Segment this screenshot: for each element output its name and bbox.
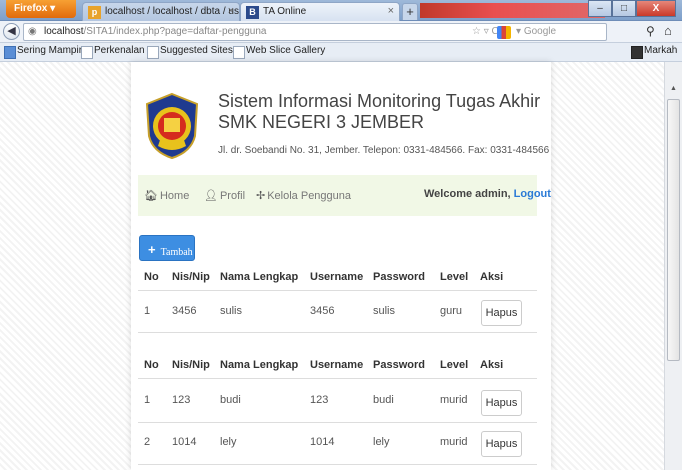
- cell-nama: budi: [220, 394, 241, 406]
- site-title-line2: SMK NEGERI 3 JEMBER: [218, 112, 425, 132]
- delete-button[interactable]: Hapus: [481, 300, 522, 326]
- plus-icon: +: [148, 242, 156, 257]
- nav-kelola-pengguna[interactable]: ✢ Kelola Pengguna: [256, 189, 351, 202]
- home-icon[interactable]: ⌂: [664, 23, 672, 38]
- cell-level: murid: [440, 436, 468, 448]
- new-tab-button[interactable]: +: [402, 3, 418, 20]
- bookmarks-bar: Sering Mampir Perkenalan Suggested Sites…: [0, 43, 682, 62]
- url-text: localhost/SITA1/index.php?page=daftar-pe…: [44, 26, 267, 37]
- col-nama: Nama Lengkap: [220, 271, 299, 283]
- welcome-message: Welcome admin, Logout: [424, 188, 551, 200]
- title-decoration: [420, 3, 605, 18]
- cell-username: 123: [310, 394, 329, 406]
- bookmarks-menu[interactable]: Markah: [631, 45, 677, 59]
- cell-no: 1: [144, 305, 151, 317]
- col-level: Level: [440, 271, 469, 283]
- logout-link[interactable]: Logout: [514, 188, 551, 200]
- col-nis: Nis/Nip: [172, 271, 210, 283]
- site-title-line1: Sistem Informasi Monitoring Tugas Akhir: [218, 91, 541, 111]
- bookmark-web-slice-gallery[interactable]: Web Slice Gallery: [233, 45, 325, 59]
- bookmark-star-icon[interactable]: ☆ ▿ C: [472, 26, 499, 37]
- cell-level: guru: [440, 305, 463, 317]
- col-password: Password: [373, 271, 425, 283]
- maximize-button[interactable]: □: [612, 0, 636, 17]
- bootstrap-icon: B: [246, 6, 259, 19]
- scroll-up-arrow[interactable]: ▲: [667, 82, 680, 95]
- cell-password: sulis: [373, 305, 396, 317]
- background-pattern: [551, 62, 664, 470]
- search-icon[interactable]: ⚲: [646, 24, 655, 38]
- tab-ta-online[interactable]: B TA Online ×: [240, 2, 400, 21]
- col-level: Level: [440, 359, 469, 371]
- site-address: Jl. dr. Soebandi No. 31, Jember. Telepon…: [218, 145, 550, 156]
- divider: [138, 464, 537, 465]
- cell-username: 3456: [310, 305, 335, 317]
- title-bar: Firefox ▾ p localhost / localhost / dbta…: [0, 0, 682, 21]
- user-icon: 👤︎: [204, 190, 218, 202]
- cell-no: 2: [144, 436, 151, 448]
- col-username: Username: [310, 359, 364, 371]
- divider: [138, 422, 537, 423]
- tab-phpmyadmin[interactable]: p localhost / localhost / dbta / user | …: [82, 2, 240, 21]
- col-username: Username: [310, 271, 364, 283]
- nav-home[interactable]: 🏠︎ Home: [144, 189, 189, 202]
- col-nama: Nama Lengkap: [220, 359, 299, 371]
- phpmyadmin-icon: p: [88, 6, 101, 19]
- cell-level: murid: [440, 394, 468, 406]
- google-icon: [497, 26, 511, 39]
- close-icon[interactable]: ×: [388, 5, 394, 17]
- divider: [138, 332, 537, 333]
- cell-username: 1014: [310, 436, 335, 448]
- col-password: Password: [373, 359, 425, 371]
- site-title: Sistem Informasi Monitoring Tugas Akhir …: [218, 91, 540, 133]
- cell-no: 1: [144, 394, 151, 406]
- cell-nis: 3456: [172, 305, 197, 317]
- school-logo: [145, 92, 199, 160]
- address-bar[interactable]: ◉ localhost/SITA1/index.php?page=daftar-…: [23, 23, 607, 41]
- col-no: No: [144, 271, 159, 283]
- accessibility-icon: ✢: [256, 190, 266, 202]
- window-controls: – □ X: [588, 0, 676, 17]
- add-user-button[interactable]: + Tambah: [139, 235, 195, 261]
- cell-nis: 123: [172, 394, 191, 406]
- divider: [138, 378, 537, 379]
- bookmark-suggested-sites[interactable]: Suggested Sites: [147, 45, 233, 59]
- cell-password: budi: [373, 394, 394, 406]
- search-engine-label[interactable]: ▾ Google: [516, 26, 556, 37]
- col-no: No: [144, 359, 159, 371]
- tab-title: TA Online: [263, 6, 307, 17]
- bookmark-perkenalan[interactable]: Perkenalan: [81, 45, 145, 59]
- delete-button[interactable]: Hapus: [481, 390, 522, 416]
- globe-icon: ◉: [28, 26, 37, 37]
- scrollbar-thumb[interactable]: [667, 99, 680, 361]
- cell-nama: sulis: [220, 305, 243, 317]
- cell-nama: lely: [220, 436, 237, 448]
- close-icon[interactable]: ×: [228, 5, 234, 17]
- col-aksi: Aksi: [480, 359, 504, 371]
- nav-profil[interactable]: 👤︎ Profil: [204, 189, 245, 202]
- firefox-menu-button[interactable]: Firefox ▾: [6, 0, 76, 18]
- back-button[interactable]: ◀: [3, 23, 20, 40]
- tab-title: localhost / localhost / dbta / user | ph…: [105, 6, 239, 17]
- cell-password: lely: [373, 436, 390, 448]
- close-window-button[interactable]: X: [636, 0, 676, 17]
- delete-button[interactable]: Hapus: [481, 431, 522, 457]
- navigation-bar: ◀ ◉ localhost/SITA1/index.php?page=dafta…: [0, 21, 682, 43]
- col-aksi: Aksi: [480, 271, 504, 283]
- bookmark-sering-mampir[interactable]: Sering Mampir: [4, 45, 82, 59]
- background-pattern: [0, 62, 131, 470]
- home-icon: 🏠︎: [144, 190, 158, 202]
- col-nis: Nis/Nip: [172, 359, 210, 371]
- divider: [138, 290, 537, 291]
- minimize-button[interactable]: –: [588, 0, 612, 17]
- cell-nis: 1014: [172, 436, 197, 448]
